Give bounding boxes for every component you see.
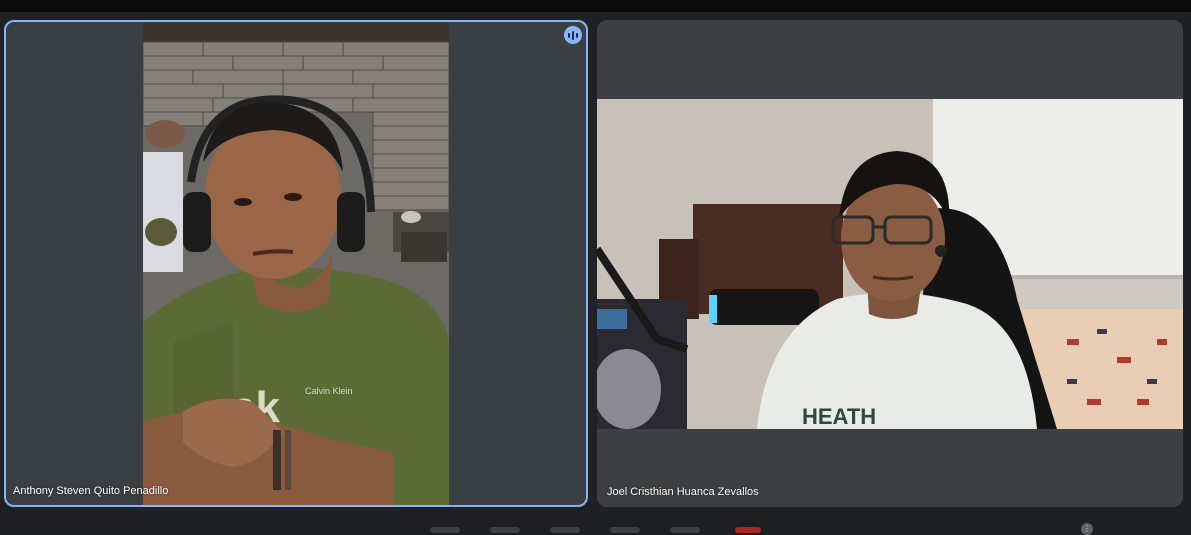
top-bar [0, 0, 1191, 12]
svg-text:HEATH: HEATH [802, 404, 876, 429]
meeting-stage: ck Calvin Klein Anthony Steven Quito Pen… [0, 0, 1191, 535]
participant-name: Joel Cristhian Huanca Zevallos [607, 486, 759, 498]
svg-text:Calvin Klein: Calvin Klein [305, 386, 353, 396]
control-button[interactable] [490, 527, 520, 533]
participant-name: Anthony Steven Quito Penadillo [13, 485, 169, 497]
more-icon[interactable]: ⋮ [1081, 523, 1093, 535]
participant-video-2: HEATH [597, 99, 1183, 429]
meeting-controls-bar [0, 512, 1191, 535]
participant-tile-2[interactable]: HEATH Joel Cristhian Huanca Zevallos [597, 20, 1183, 507]
control-button[interactable] [670, 527, 700, 533]
audio-wave-icon [564, 26, 582, 44]
participant-tile-1[interactable]: ck Calvin Klein Anthony Steven Quito Pen… [4, 20, 588, 507]
control-button[interactable] [430, 527, 460, 533]
participant-video-1: ck Calvin Klein [143, 22, 449, 505]
control-button[interactable] [610, 527, 640, 533]
control-button[interactable] [550, 527, 580, 533]
leave-call-button[interactable] [735, 527, 761, 533]
